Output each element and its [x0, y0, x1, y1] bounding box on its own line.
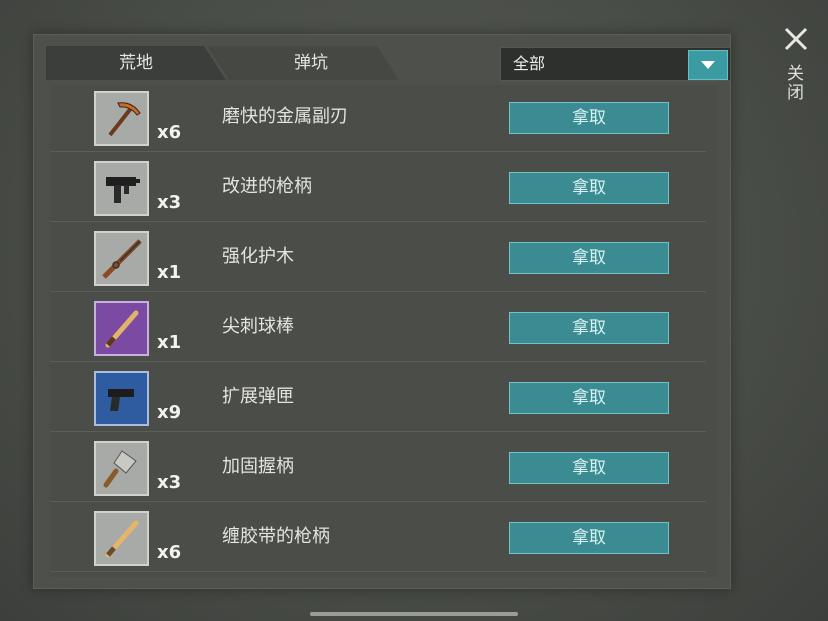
- item-quantity: x1: [157, 332, 182, 353]
- take-button[interactable]: 拿取: [509, 452, 669, 484]
- filter-value: 全部: [513, 54, 546, 73]
- pistol-icon: [108, 389, 134, 411]
- list-item: x1 强化护木 拿取: [50, 222, 706, 292]
- tab-bar: 荒地 弹坑 全部: [46, 46, 731, 81]
- take-button[interactable]: 拿取: [509, 172, 669, 204]
- take-button[interactable]: 拿取: [509, 242, 669, 274]
- filter-dropdown[interactable]: 全部: [500, 47, 731, 81]
- item-icon-frame: [94, 371, 149, 426]
- item-name: 强化护木: [222, 246, 294, 267]
- tab-crater-label: 弹坑: [294, 53, 328, 73]
- close-icon: [784, 27, 808, 51]
- take-button[interactable]: 拿取: [509, 102, 669, 134]
- list-item: x3 改进的枪柄 拿取: [50, 152, 706, 222]
- item-icon-frame: [94, 511, 149, 566]
- item-name: 磨快的金属副刃: [222, 106, 348, 127]
- tab-crater[interactable]: 弹坑: [207, 46, 399, 80]
- item-quantity: x3: [157, 472, 182, 493]
- take-button[interactable]: 拿取: [509, 522, 669, 554]
- list-item: x1 尖刺球棒 拿取: [50, 292, 706, 362]
- close-label[interactable]: 关闭: [783, 64, 806, 102]
- taped-bat-icon: [105, 520, 139, 558]
- dropdown-toggle-button[interactable]: [688, 50, 728, 80]
- submachine-gun-icon: [106, 177, 140, 203]
- item-quantity: x6: [157, 542, 182, 563]
- list-item: x6 磨快的金属副刃 拿取: [50, 85, 706, 152]
- cleaver-icon: [103, 450, 137, 488]
- item-icon-frame: [94, 161, 149, 216]
- item-icon-frame: [94, 441, 149, 496]
- item-quantity: x3: [157, 192, 182, 213]
- close-button[interactable]: [781, 24, 811, 54]
- triangle-down-icon: [701, 61, 715, 69]
- list-item: x9 扩展弹匣 拿取: [50, 362, 706, 432]
- item-quantity: x6: [157, 122, 182, 143]
- tab-wasteland[interactable]: 荒地: [46, 46, 226, 80]
- list-item: x3 加固握柄 拿取: [50, 432, 706, 502]
- take-button[interactable]: 拿取: [509, 382, 669, 414]
- item-name: 缠胶带的枪柄: [222, 526, 330, 547]
- item-list[interactable]: x6 磨快的金属副刃 拿取 x3 改进的枪柄 拿取 x1 强化护木 拿取 x1 …: [50, 85, 718, 577]
- item-icon-frame: [94, 231, 149, 286]
- item-name: 尖刺球棒: [222, 316, 294, 337]
- loot-panel: 荒地 弹坑 全部 x6 磨快的金属副刃 拿取 x3 改进的枪柄 拿取 x1 强化…: [33, 34, 731, 589]
- baseball-bat-icon: [105, 310, 139, 348]
- rifle-icon: [102, 239, 142, 279]
- item-icon-frame: [94, 91, 149, 146]
- item-name: 改进的枪柄: [222, 176, 312, 197]
- tab-wasteland-label: 荒地: [119, 53, 153, 73]
- take-button[interactable]: 拿取: [509, 312, 669, 344]
- item-quantity: x9: [157, 402, 182, 423]
- item-quantity: x1: [157, 262, 182, 283]
- home-indicator[interactable]: [310, 612, 518, 616]
- item-name: 扩展弹匣: [222, 386, 294, 407]
- item-name: 加固握柄: [222, 456, 294, 477]
- item-icon-frame: [94, 301, 149, 356]
- list-item: x6 缠胶带的枪柄 拿取: [50, 502, 706, 572]
- pickaxe-icon: [108, 102, 141, 137]
